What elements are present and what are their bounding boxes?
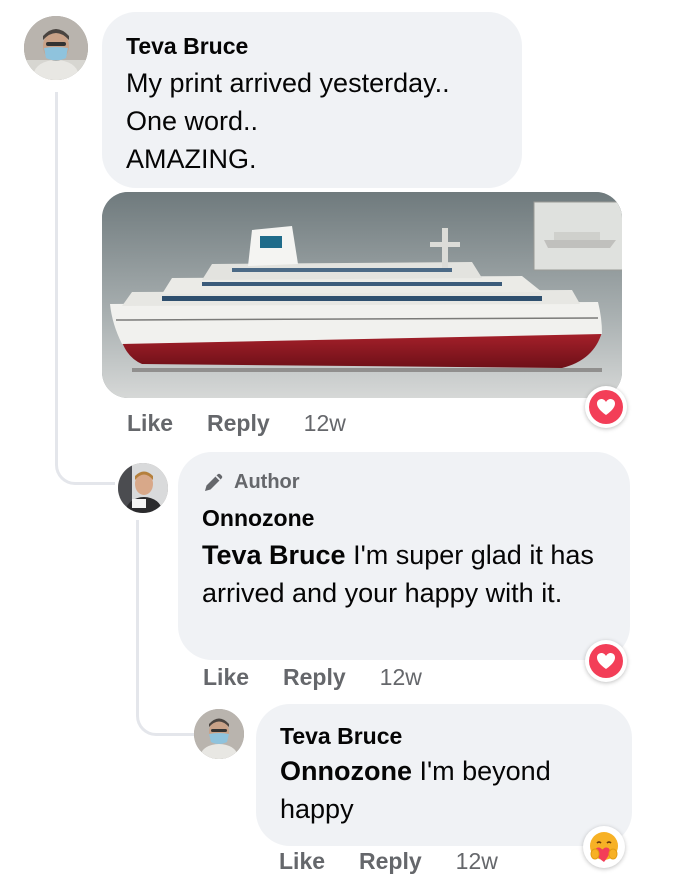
reply-button[interactable]: Reply [359, 848, 422, 875]
comment-author[interactable]: Teva Bruce [126, 30, 498, 62]
ship-model-image [102, 192, 622, 398]
comment-actions: Like Reply 12w [127, 410, 346, 437]
avatar[interactable] [118, 463, 168, 513]
reply-text: Teva Bruce I'm super glad it has arrived… [202, 536, 606, 612]
comment-text-line: My print arrived yesterday.. [126, 68, 450, 98]
like-button[interactable]: Like [127, 410, 173, 437]
masked-person-avatar-icon [194, 709, 244, 759]
reaction-badge[interactable] [585, 640, 627, 682]
comment-thread: Teva Bruce My print arrived yesterday.. … [0, 0, 682, 890]
comment-text: My print arrived yesterday.. One word.. … [126, 64, 498, 178]
mention-link[interactable]: Teva Bruce [202, 540, 346, 570]
reaction-badge[interactable] [583, 826, 625, 868]
comment-text-line: One word.. [126, 106, 259, 136]
mention-link[interactable]: Onnozone [280, 756, 412, 786]
person-avatar-icon [118, 463, 168, 513]
author-badge-label: Author [234, 470, 300, 493]
reply-actions: Like Reply 12w [279, 848, 498, 875]
reply-author[interactable]: Teva Bruce [280, 720, 608, 752]
heart-icon [589, 390, 623, 424]
masked-person-avatar-icon [24, 16, 88, 80]
avatar[interactable] [24, 16, 88, 80]
comment-text-line: AMAZING. [126, 144, 257, 174]
reply-button[interactable]: Reply [207, 410, 270, 437]
reply-bubble: Teva Bruce Onnozone I'm beyond happy [256, 704, 632, 846]
avatar[interactable] [194, 709, 244, 759]
timestamp[interactable]: 12w [304, 410, 346, 437]
comment-bubble: Teva Bruce My print arrived yesterday.. … [102, 12, 522, 188]
ship-model-photo[interactable] [102, 192, 622, 398]
timestamp[interactable]: 12w [380, 664, 422, 691]
reply-button[interactable]: Reply [283, 664, 346, 691]
author-badge: Author [202, 468, 606, 496]
reply-author[interactable]: Onnozone [202, 502, 606, 534]
like-button[interactable]: Like [203, 664, 249, 691]
reply-text: Onnozone I'm beyond happy [280, 752, 608, 828]
heart-icon [589, 644, 623, 678]
care-emoji-icon [590, 832, 618, 862]
pencil-icon [205, 473, 223, 491]
reaction-badge[interactable] [585, 386, 627, 428]
like-button[interactable]: Like [279, 848, 325, 875]
timestamp[interactable]: 12w [456, 848, 498, 875]
reply-actions: Like Reply 12w [203, 664, 422, 691]
reply-bubble: Author Onnozone Teva Bruce I'm super gla… [178, 452, 630, 660]
